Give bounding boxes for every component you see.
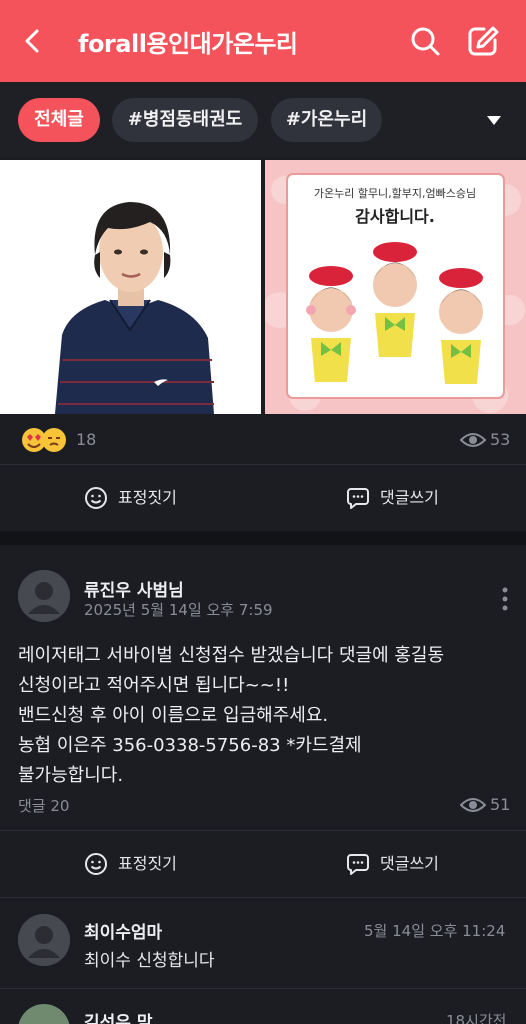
smiley-icon — [85, 487, 107, 509]
back-arrow-icon[interactable] — [18, 26, 48, 56]
chip-hashtag-byeongjeom[interactable]: #병점동태권도 — [112, 98, 258, 142]
post-body: 레이저태그 서바이벌 신청접수 받겠습니다 댓글에 홍길동 신청이라고 적어주시… — [18, 645, 445, 786]
post-photo-thanks-card[interactable]: 가온누리 할무니,할부지,엄빠스승님 감사합니다. — [265, 160, 526, 414]
comment-author[interactable]: 김선우 맘 — [84, 1008, 152, 1024]
more-options-icon[interactable] — [500, 586, 510, 612]
avatar[interactable] — [18, 570, 70, 622]
post-date: 2025년 5월 14일 오후 7:59 — [84, 601, 273, 619]
post2-action-bar: 표정짓기 댓글쓰기 — [0, 831, 526, 897]
reaction-count: 18 — [76, 430, 97, 449]
divider — [0, 897, 526, 898]
react-button[interactable]: 표정짓기 — [84, 465, 204, 531]
comment-time: 18시간전 — [446, 1012, 507, 1024]
react-label: 표정짓기 — [118, 854, 177, 873]
comment-label: 댓글쓰기 — [380, 488, 439, 507]
react-label: 표정짓기 — [118, 488, 177, 507]
avatar[interactable] — [18, 914, 70, 966]
view-count: 53 — [490, 430, 511, 449]
post1-action-bar: 표정짓기 댓글쓰기 — [0, 465, 526, 531]
comment-text: 최이수 신청합니다 — [84, 951, 215, 971]
emoji-reactions-icon[interactable] — [20, 426, 70, 454]
post-author[interactable]: 류진우 사범님 — [84, 576, 184, 601]
page-title: forall용인대가온누리 — [78, 30, 298, 58]
post-photo-portrait[interactable] — [0, 160, 261, 414]
write-comment-button[interactable]: 댓글쓰기 — [346, 831, 466, 897]
search-icon[interactable] — [408, 24, 442, 58]
chevron-down-icon[interactable] — [484, 112, 504, 128]
smiley-icon — [85, 853, 107, 875]
post1-stats-row: 18 53 — [0, 414, 526, 464]
chip-all-posts[interactable]: 전체글 — [18, 98, 100, 142]
comment-author[interactable]: 최이수엄마 — [84, 918, 162, 943]
react-button[interactable]: 표정짓기 — [84, 831, 204, 897]
comment-count[interactable]: 댓글 20 — [18, 795, 69, 816]
write-comment-button[interactable]: 댓글쓰기 — [346, 465, 466, 531]
comment-bubble-icon — [347, 488, 369, 509]
comment-time: 5월 14일 오후 11:24 — [364, 922, 506, 940]
comment-bubble-icon — [347, 854, 369, 875]
chip-hashtag-gaonnuri[interactable]: #가온누리 — [271, 98, 382, 142]
card-line-2: 감사합니다. — [355, 207, 435, 226]
divider — [0, 988, 526, 989]
view-count: 51 — [490, 795, 511, 814]
section-gap — [0, 531, 526, 545]
edit-icon[interactable] — [466, 24, 500, 58]
eye-icon — [460, 798, 486, 812]
comment-label: 댓글쓰기 — [380, 854, 439, 873]
top-app-bar: forall용인대가온누리 — [0, 0, 526, 82]
filter-chip-bar: 전체글 #병점동태권도 #가온누리 — [0, 82, 526, 158]
avatar[interactable] — [18, 1004, 70, 1024]
card-line-1: 가온누리 할무니,할부지,엄빠스승님 — [314, 187, 476, 200]
eye-icon — [460, 433, 486, 447]
